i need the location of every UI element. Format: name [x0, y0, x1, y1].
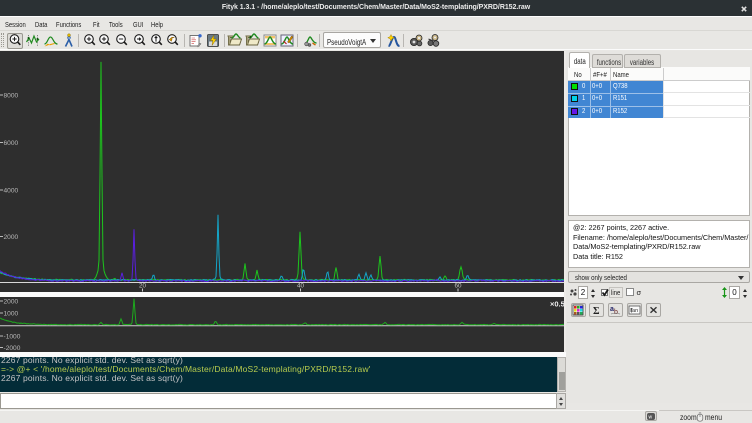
svg-text:-1000: -1000 [4, 333, 21, 340]
svg-text:60: 60 [454, 282, 462, 289]
svg-text:6000: 6000 [4, 140, 19, 147]
svg-text:1000: 1000 [4, 310, 19, 317]
svg-text:20: 20 [139, 282, 147, 289]
svg-text:-2000: -2000 [4, 345, 21, 352]
svg-text:2000: 2000 [4, 234, 19, 241]
svg-text:4000: 4000 [4, 187, 19, 194]
svg-text:8000: 8000 [4, 92, 19, 99]
svg-text:2000: 2000 [4, 298, 19, 305]
svg-text:Σ: Σ [593, 306, 600, 316]
svg-text:40: 40 [297, 282, 305, 289]
svg-text:×0.5: ×0.5 [550, 299, 564, 308]
svg-text:w: w [649, 415, 653, 421]
svg-text:b: b [614, 309, 618, 316]
